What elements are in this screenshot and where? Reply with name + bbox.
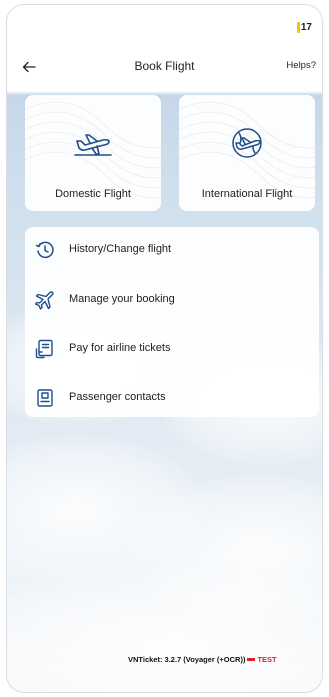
payment-icon	[35, 339, 53, 359]
menu-item-history[interactable]: History/Change flight	[25, 229, 319, 269]
globe-airplane-icon	[232, 128, 262, 158]
env-marker	[247, 658, 256, 662]
international-flight-label: International Flight	[201, 188, 293, 200]
menu-item-passenger-contacts[interactable]: Passenger contacts	[25, 377, 319, 417]
clock-history-icon	[35, 241, 54, 259]
header-bar: Book Flight Helps?	[7, 47, 322, 87]
international-flight-card[interactable]: International Flight	[179, 95, 315, 211]
flight-type-cards: Domestic Flight International Flight	[25, 95, 319, 215]
page-title: Book Flight	[134, 59, 195, 73]
airplane-icon	[35, 291, 54, 310]
help-link[interactable]: Helps?	[286, 60, 316, 71]
env-badge: TEST	[257, 655, 277, 664]
menu-item-manage-booking[interactable]: Manage your booking	[25, 279, 319, 319]
menu-item-pay-tickets[interactable]: Pay for airline tickets	[25, 328, 319, 368]
app-screen: 17 Book Flight Helps? Domestic Flight In…	[6, 4, 323, 693]
menu-item-label: Pay for airline tickets	[69, 342, 171, 354]
cloud-decoration	[7, 565, 322, 692]
airplane-icon	[74, 134, 112, 156]
flight-menu-list: History/Change flight Manage your bookin…	[25, 227, 319, 417]
version-label: VNTicket: 3.2.7 (Voyager (+OCR)) TEST	[128, 655, 277, 664]
status-bar: 17	[7, 5, 322, 45]
menu-item-label: History/Change flight	[69, 243, 172, 255]
contact-card-icon	[37, 389, 53, 407]
battery-icon	[296, 22, 300, 33]
version-text: VNTicket: 3.2.7 (Voyager (+OCR))	[128, 655, 246, 664]
domestic-flight-card[interactable]: Domestic Flight	[25, 95, 161, 211]
menu-item-label: Manage your booking	[69, 293, 175, 305]
battery-indicator: 17	[296, 22, 312, 33]
battery-level: 17	[300, 22, 312, 33]
menu-item-label: Passenger contacts	[69, 391, 166, 403]
domestic-flight-label: Domestic Flight	[55, 188, 131, 200]
